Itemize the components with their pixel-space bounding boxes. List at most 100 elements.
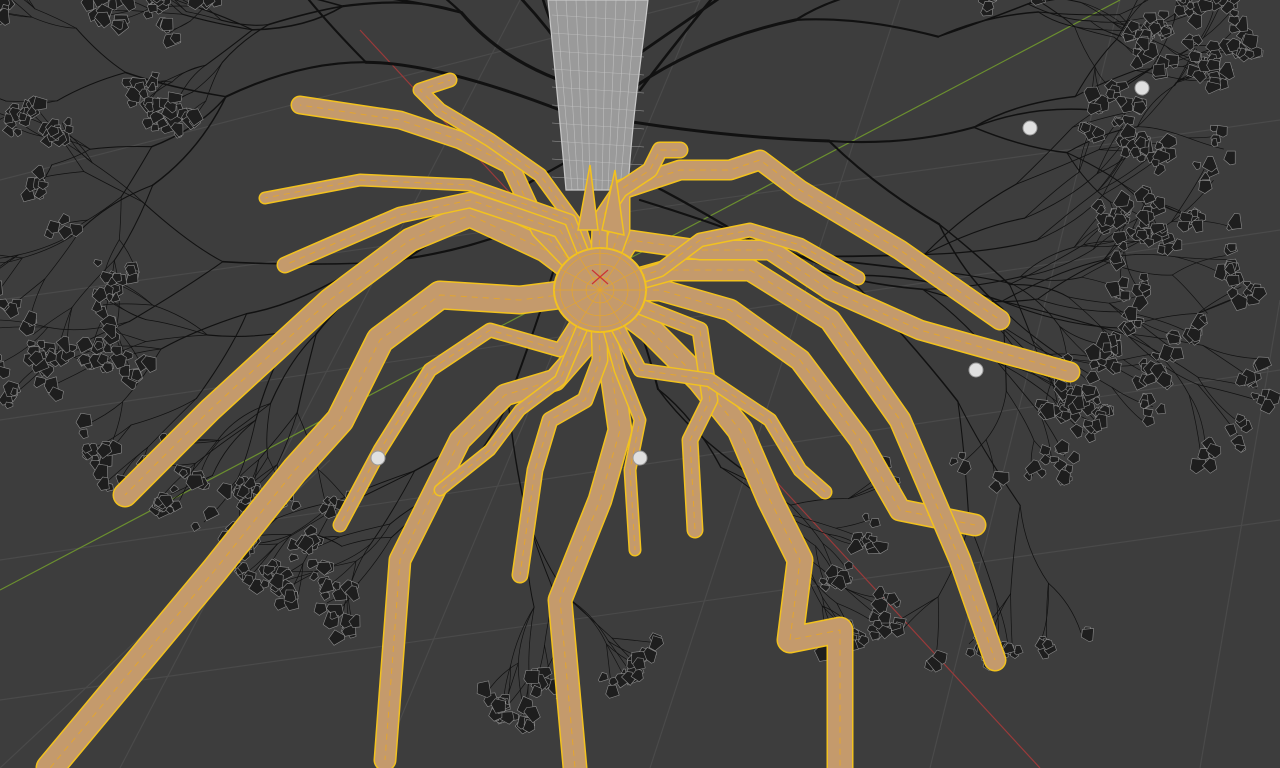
branch-segment <box>628 18 798 92</box>
leaf-cluster <box>1223 150 1236 166</box>
branch-segment <box>234 419 257 486</box>
leaf-cluster <box>110 345 122 357</box>
leaf-cluster <box>150 123 159 132</box>
origin-dot <box>1022 120 1038 136</box>
leaf-cluster <box>956 459 972 476</box>
leaf-cluster <box>1181 39 1195 51</box>
leaf-cluster <box>1155 403 1166 415</box>
leaf-cluster <box>290 501 302 512</box>
leaf-cluster <box>0 280 3 296</box>
leaf-cluster <box>78 428 89 440</box>
leaf-cluster <box>1210 138 1218 147</box>
leaf-cluster <box>869 517 881 529</box>
leaf-cluster <box>1049 455 1060 464</box>
branch-segment <box>0 98 7 102</box>
leaf-cluster <box>1119 290 1131 301</box>
branch-segment <box>1048 582 1082 633</box>
leaf-cluster <box>0 366 11 380</box>
leaf-cluster <box>80 0 94 12</box>
branch-segment <box>141 201 224 263</box>
branch-segment <box>31 16 77 29</box>
leaf-cluster <box>597 672 609 683</box>
branch-segment <box>900 596 939 632</box>
branch-segment <box>611 637 654 643</box>
leaf-cluster <box>4 401 14 409</box>
leaf-cluster <box>1081 628 1094 643</box>
branch-segment <box>618 118 831 143</box>
leaf-cluster <box>120 0 136 12</box>
branch-segment <box>317 469 348 501</box>
leaf-cluster <box>63 116 72 127</box>
branch-segment <box>171 64 207 83</box>
leaf-cluster <box>1150 158 1160 168</box>
leaf-cluster <box>1142 415 1155 428</box>
grid-line <box>929 0 1121 768</box>
leaf-cluster <box>1084 431 1096 444</box>
branch-segment <box>923 183 1017 256</box>
leaf-cluster <box>861 512 870 522</box>
branch-segment <box>790 498 849 506</box>
leaf-cluster <box>147 4 158 14</box>
leaf-cluster <box>93 259 103 268</box>
branch-segment <box>192 61 223 93</box>
leaf-cluster <box>957 451 967 461</box>
branch-segment <box>102 303 154 306</box>
branch-segment <box>1010 593 1013 651</box>
leaf-cluster <box>1198 179 1213 194</box>
leaf-cluster <box>288 553 299 563</box>
branch-segment <box>87 196 122 221</box>
branch-segment <box>520 0 572 62</box>
leaf-cluster <box>1191 219 1204 233</box>
leaf-cluster <box>1143 408 1154 418</box>
root-outline <box>35 275 613 768</box>
branch-segment <box>1202 345 1264 360</box>
origin-dot <box>1134 80 1150 96</box>
leaf-cluster <box>1117 276 1129 288</box>
leaf-cluster <box>869 631 880 641</box>
branch-segment <box>973 95 1076 129</box>
leaf-cluster <box>1132 101 1147 115</box>
branch-segment <box>1009 284 1069 298</box>
leaf-cluster <box>167 91 183 104</box>
branch-segment <box>794 0 841 21</box>
branch-segment <box>528 606 535 678</box>
leaf-cluster <box>1119 122 1137 139</box>
leaf-cluster <box>605 684 620 699</box>
origin-dot <box>632 450 648 466</box>
leaf-cluster <box>283 589 297 604</box>
leaf-cluster <box>1066 450 1080 465</box>
origin-dot <box>370 450 386 466</box>
leaf-cluster <box>1152 63 1166 77</box>
branch-segment <box>316 0 344 7</box>
branch-segment <box>1171 274 1208 314</box>
leaf-cluster <box>965 648 975 658</box>
branch-segment <box>120 146 153 198</box>
branch-segment <box>0 254 19 269</box>
leaf-cluster <box>1109 250 1123 265</box>
3d-viewport[interactable] <box>0 0 1280 768</box>
leaf-cluster <box>843 560 854 571</box>
branch-segment <box>961 439 987 464</box>
leaf-cluster <box>1031 0 1046 6</box>
root-wire-edge <box>49 289 599 768</box>
branch-segment <box>1202 345 1247 375</box>
branch-segment <box>118 284 154 306</box>
leaf-cluster <box>170 122 184 138</box>
branch-segment <box>827 126 975 144</box>
leaf-cluster <box>1201 156 1218 173</box>
branch-segment <box>205 29 253 66</box>
leaf-cluster <box>216 482 232 500</box>
leaf-cluster <box>1102 342 1112 353</box>
branch-segment <box>341 537 392 547</box>
leaf-cluster <box>1069 423 1084 439</box>
leaf-cluster <box>1225 274 1240 287</box>
branch-segment <box>32 307 73 335</box>
branch-segment <box>1019 505 1049 584</box>
leaf-cluster <box>32 96 48 111</box>
branch-segment <box>104 239 120 271</box>
leaf-cluster <box>1192 161 1202 171</box>
branch-segment <box>220 19 270 26</box>
branch-segment <box>628 0 720 62</box>
branch-segment <box>1010 505 1021 595</box>
branch-segment <box>517 606 535 664</box>
